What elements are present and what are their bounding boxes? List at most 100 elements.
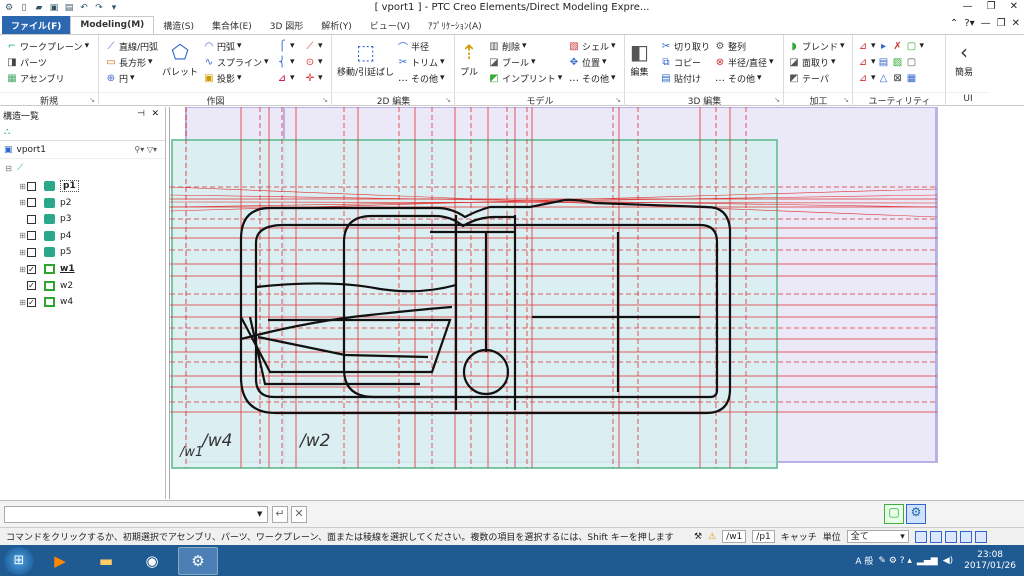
radius-diameter-button[interactable]: ⊗ 半径/直径 ▾ — [714, 55, 774, 69]
tab-view[interactable]: ビュー(V) — [361, 16, 419, 34]
view-mode-icon[interactable] — [944, 530, 957, 543]
group-launcher-icon[interactable]: ↘ — [89, 96, 95, 104]
copy-button[interactable]: ⧉ コピー — [660, 55, 701, 69]
command-ok-button[interactable]: ↵ — [272, 506, 288, 523]
select-box-button[interactable]: ▢ — [884, 504, 904, 524]
tree-item-p2[interactable]: ⊞ p2 — [18, 195, 71, 211]
trim-button[interactable]: ✂ トリム ▾ — [397, 55, 445, 69]
edit2d-other-button[interactable]: … その他 ▾ — [397, 71, 445, 85]
blend-button[interactable]: ◗ ブレンド ▾ — [788, 39, 844, 53]
tree-view-icon[interactable]: ⛬ — [4, 127, 10, 137]
collapse-icon[interactable]: ⊟ — [4, 164, 13, 173]
app-icon[interactable]: ⚙ — [3, 2, 15, 14]
tree-item-p4[interactable]: ⊞ p4 — [18, 228, 71, 244]
tray-icons[interactable]: ✎ ⚙ ? ▴ — [878, 556, 912, 566]
ribbon-collapse-icon[interactable]: ⌃ — [950, 18, 958, 29]
tree-item-w2[interactable]: ✓ w2 — [18, 278, 73, 294]
expand-icon[interactable]: ⊞ — [18, 248, 27, 257]
help-icon[interactable]: ?▾ — [964, 18, 974, 29]
tab-structure[interactable]: 構造(S) — [154, 16, 203, 34]
construction-circle-button[interactable]: ⊙ ▾ — [304, 55, 323, 69]
view-mode-icon[interactable] — [914, 530, 927, 543]
tools-icon[interactable]: ⚒ — [694, 532, 702, 542]
palette-button[interactable]: ⬠ パレット — [162, 39, 198, 78]
visibility-checkbox[interactable] — [27, 231, 36, 241]
volume-icon[interactable]: ◀) — [943, 556, 953, 566]
redo-icon[interactable]: ↷ — [93, 2, 105, 14]
pin-icon[interactable]: ⊣ — [137, 109, 145, 119]
measure-button[interactable]: ⊿ ▾ ▸ ✗ ▢ ▾ — [857, 39, 924, 53]
check-button[interactable]: ⊿ ▾ △ ⊠ ▦ — [857, 71, 918, 85]
ime-indicator[interactable]: A 般 — [855, 554, 873, 567]
tree-item-w1[interactable]: ⊞ ✓ w1 — [18, 261, 75, 277]
units-select[interactable]: 全て ▾ — [846, 530, 909, 543]
align-button[interactable]: ⚙ 整列 — [714, 39, 747, 53]
visibility-checkbox[interactable] — [27, 214, 36, 224]
visibility-checkbox[interactable]: ✓ — [27, 281, 36, 291]
workplane-button[interactable]: ⌐ ワークプレーン ▾ — [6, 39, 89, 53]
tab-analysis[interactable]: 解析(Y) — [312, 16, 361, 34]
delete-button[interactable]: ▥ 削除 ▾ — [488, 39, 526, 53]
viewport-node[interactable]: ▣ vport1 ⚲▾ ▽▾ — [0, 141, 165, 159]
project-button[interactable]: ▣ 投影 ▾ — [203, 71, 241, 85]
clock[interactable]: 23:08 2017/01/26 — [964, 550, 1016, 572]
parts-button[interactable]: ◨ パーツ — [6, 55, 47, 69]
taskbar-chrome[interactable]: ◉ — [132, 547, 172, 575]
taper-button[interactable]: ◩ テーパ — [788, 71, 829, 85]
expand-icon[interactable]: ⊞ — [18, 265, 27, 274]
doc-close-icon[interactable]: ✕ — [1012, 18, 1020, 29]
restore-icon[interactable]: ❐ — [987, 1, 996, 12]
visibility-checkbox[interactable] — [27, 198, 36, 208]
save-icon[interactable]: ▣ — [48, 2, 60, 14]
paste-button[interactable]: ▤ 貼付け — [660, 71, 701, 85]
edit3d-other-button[interactable]: … その他 ▾ — [714, 71, 762, 85]
new-file-icon[interactable]: ▯ — [18, 2, 30, 14]
tree-item-w4[interactable]: ⊞ ✓ w4 — [18, 294, 73, 310]
pull-button[interactable]: ⇡ プル — [460, 39, 478, 78]
view-mode-icon[interactable] — [929, 530, 942, 543]
chevron-down-icon[interactable]: ▼ — [257, 510, 262, 518]
line-arc-button[interactable]: ⟋ 直線/円弧 — [105, 39, 159, 53]
construction-point-button[interactable]: ✛ ▾ — [304, 71, 323, 85]
select-settings-button[interactable]: ⚙ — [906, 504, 926, 524]
model-other-button[interactable]: … その他 ▾ — [568, 71, 616, 85]
tree-item-p1[interactable]: ⊞ p1 — [18, 178, 79, 194]
close-icon[interactable]: ✕ — [1010, 1, 1018, 12]
chamfer-button[interactable]: ◪ 面取り ▾ — [788, 55, 835, 69]
analyze-button[interactable]: ⊿ ▾ ▤ ▨ ▢ — [857, 55, 918, 69]
viewport-3d[interactable]: /w4 /w2 /w1 — [169, 107, 1024, 499]
tab-modeling[interactable]: Modeling(M) — [70, 16, 155, 34]
start-button[interactable]: ⊞ — [4, 546, 34, 575]
group-launcher-icon[interactable]: ↘ — [445, 96, 451, 104]
doc-minimize-icon[interactable]: — — [981, 18, 991, 29]
group-launcher-icon[interactable]: ↘ — [843, 96, 849, 104]
radius-button[interactable]: ⌒ 半径 — [397, 39, 429, 54]
taskbar-creo[interactable]: ⚙ — [178, 546, 218, 575]
root-node[interactable]: ⊟ ⟋ — [4, 160, 23, 176]
network-icon[interactable]: ▂▄▆ — [917, 556, 938, 566]
visibility-checkbox[interactable]: ✓ — [27, 297, 36, 307]
group-launcher-icon[interactable]: ↘ — [774, 96, 780, 104]
visibility-checkbox[interactable] — [27, 181, 36, 191]
minimize-icon[interactable]: — — [963, 1, 973, 12]
model-canvas[interactable] — [170, 107, 1024, 499]
print-preview-icon[interactable]: ▤ — [63, 2, 75, 14]
assembly-button[interactable]: ▦ アセンブリ — [6, 71, 64, 85]
group-launcher-icon[interactable]: ↘ — [322, 96, 328, 104]
command-input[interactable] — [4, 506, 268, 523]
taskbar-explorer[interactable]: ▬ — [86, 547, 126, 575]
fillet-tool-button[interactable]: ⊿ ▾ — [276, 71, 295, 85]
cut-button[interactable]: ✂ 切り取り — [660, 39, 710, 53]
visibility-checkbox[interactable]: ✓ — [27, 264, 36, 274]
spline-button[interactable]: ∿ スプライン ▾ — [203, 55, 269, 69]
taskbar-media-player[interactable]: ▶ — [40, 547, 80, 575]
construction-line-button[interactable]: ⟋ ▾ — [304, 39, 323, 53]
offset-tool-button[interactable]: ⎧ ▾ — [276, 39, 294, 53]
command-cancel-button[interactable]: ✕ — [291, 506, 307, 523]
open-folder-icon[interactable]: ▰ — [33, 2, 45, 14]
tab-assembly[interactable]: 集合体(E) — [203, 16, 261, 34]
tab-3d-shape[interactable]: 3D 図形 — [261, 16, 313, 34]
circle-button[interactable]: ⊕ 円 ▾ — [105, 71, 135, 85]
warning-icon[interactable]: ⚠ — [708, 532, 716, 542]
chamfer-tool-button[interactable]: ⎨ ▾ — [276, 55, 294, 69]
